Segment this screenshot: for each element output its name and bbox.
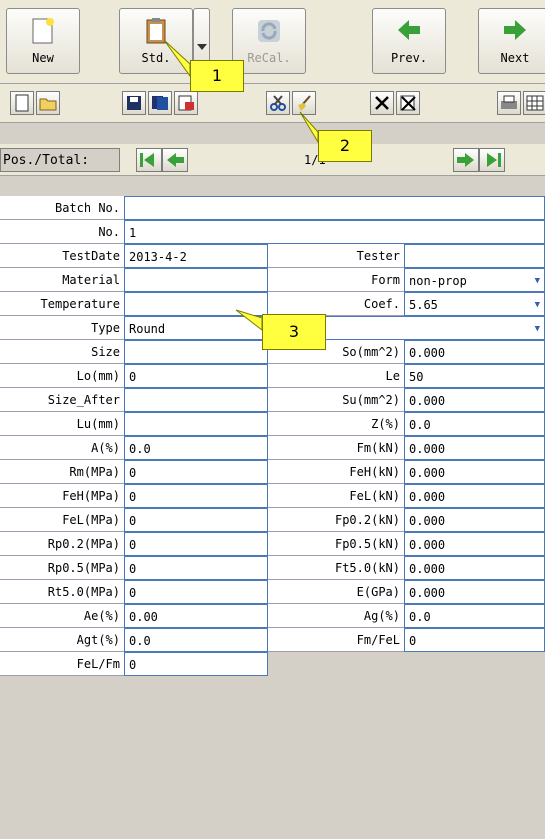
- callout-1: 1: [190, 60, 244, 92]
- callout-2: 2: [318, 130, 372, 162]
- callout-pointers: [163, 39, 319, 332]
- callout-3: 3: [262, 314, 326, 350]
